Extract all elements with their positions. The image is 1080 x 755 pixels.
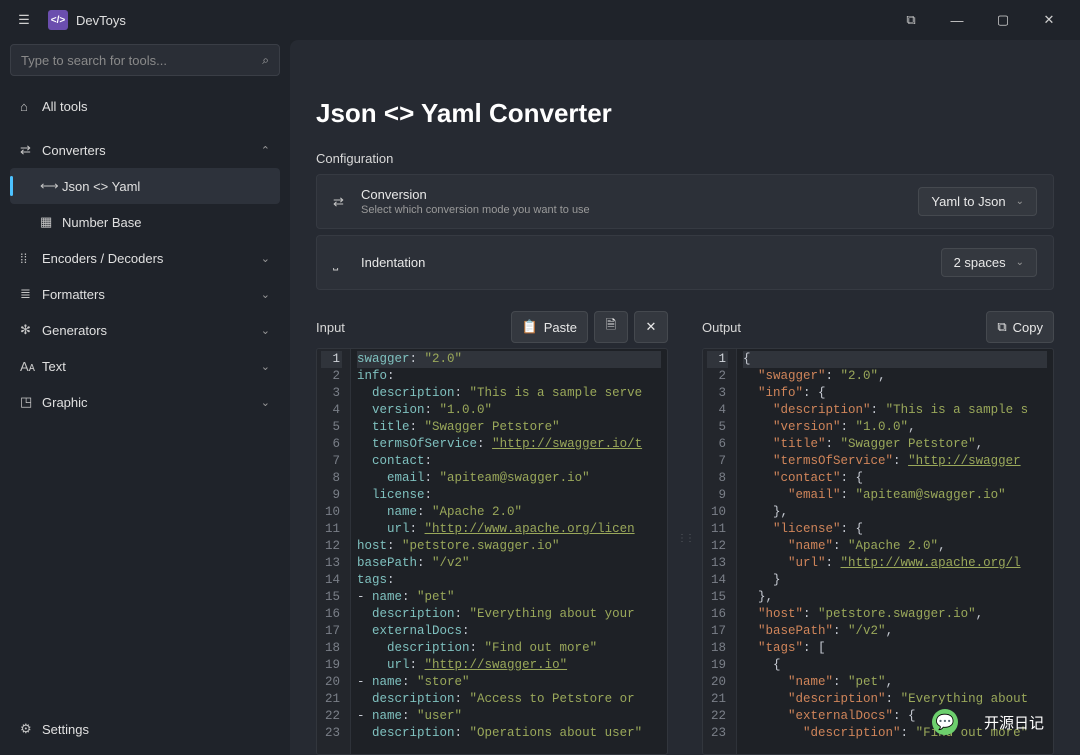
- conversion-dropdown[interactable]: Yaml to Json ⌄: [918, 187, 1037, 216]
- pane-splitter[interactable]: [682, 310, 688, 755]
- close-button[interactable]: ✕: [1026, 0, 1072, 40]
- text-icon: Aᴀ: [20, 359, 42, 374]
- config-card-conversion: ⇄ Conversion Select which conversion mod…: [316, 174, 1054, 229]
- search-input[interactable]: [21, 53, 262, 68]
- sidebar-item-formatters[interactable]: ≣ Formatters ⌄: [10, 276, 280, 312]
- titlebar: ☰ </> DevToys ⧉ — ▢ ✕: [0, 0, 1080, 40]
- formatters-icon: ≣: [20, 286, 42, 302]
- file-icon: 🗎: [606, 316, 616, 338]
- conversion-desc: Select which conversion mode you want to…: [361, 204, 918, 216]
- generators-icon: ✻: [20, 322, 42, 338]
- config-section-label: Configuration: [316, 151, 1054, 166]
- copy-label: Copy: [1013, 320, 1043, 335]
- sidebar-item-label: Formatters: [42, 287, 261, 302]
- copy-button[interactable]: ⧉ Copy: [986, 311, 1054, 343]
- indentation-title: Indentation: [361, 255, 941, 270]
- chevron-down-icon: ⌄: [1016, 196, 1024, 207]
- converters-icon: ⇄: [20, 142, 42, 158]
- indentation-icon: ⎵: [333, 255, 361, 271]
- maximize-button[interactable]: ▢: [980, 0, 1026, 40]
- paste-icon: 📋: [522, 319, 538, 335]
- graphic-icon: ◳: [20, 394, 42, 410]
- chevron-up-icon: ⌃: [261, 144, 270, 157]
- sidebar-item-converters[interactable]: ⇄ Converters ⌃: [10, 132, 280, 168]
- sidebar-item-label: Generators: [42, 323, 261, 338]
- chevron-down-icon: ⌄: [1016, 257, 1024, 268]
- search-box[interactable]: ⌕: [10, 44, 280, 76]
- paste-label: Paste: [544, 320, 577, 335]
- minimize-button[interactable]: —: [934, 0, 980, 40]
- chevron-down-icon: ⌄: [261, 324, 270, 337]
- sidebar-item-generators[interactable]: ✻ Generators ⌄: [10, 312, 280, 348]
- sidebar-item-label: Converters: [42, 143, 261, 158]
- clear-button[interactable]: ✕: [634, 311, 668, 343]
- sidebar-item-label: Json <> Yaml: [62, 179, 270, 194]
- app-title: DevToys: [76, 13, 126, 28]
- config-card-indentation: ⎵ Indentation 2 spaces ⌄: [316, 235, 1054, 290]
- hamburger-icon[interactable]: ☰: [8, 12, 40, 28]
- open-file-button[interactable]: 🗎: [594, 311, 628, 343]
- sidebar: ⌕ ⌂ All tools ⇄ Converters ⌃ ⟷ Json <> Y…: [0, 40, 290, 755]
- conversion-title: Conversion: [361, 187, 918, 202]
- chevron-down-icon: ⌄: [261, 288, 270, 301]
- input-pane-title: Input: [316, 320, 505, 335]
- sidebar-item-number-base[interactable]: ▦ Number Base: [10, 204, 280, 240]
- sidebar-item-graphic[interactable]: ◳ Graphic ⌄: [10, 384, 280, 420]
- paste-button[interactable]: 📋 Paste: [511, 311, 588, 343]
- page-title: Json <> Yaml Converter: [316, 98, 1054, 129]
- copy-icon: ⧉: [997, 319, 1006, 335]
- home-icon: ⌂: [20, 99, 42, 114]
- chevron-down-icon: ⌄: [261, 252, 270, 265]
- sidebar-item-settings[interactable]: ⚙ Settings: [10, 711, 280, 747]
- conversion-value: Yaml to Json: [931, 194, 1005, 209]
- sidebar-item-label: Graphic: [42, 395, 261, 410]
- close-icon: ✕: [646, 319, 657, 335]
- watermark-text: 开源日记: [984, 712, 1044, 733]
- compact-mode-icon[interactable]: ⧉: [888, 0, 934, 40]
- number-base-icon: ▦: [40, 214, 62, 230]
- conversion-icon: ⇄: [333, 194, 361, 210]
- sidebar-item-all-tools[interactable]: ⌂ All tools: [10, 88, 280, 124]
- sidebar-item-text[interactable]: Aᴀ Text ⌄: [10, 348, 280, 384]
- sidebar-item-label: Number Base: [62, 215, 270, 230]
- app-logo-icon: </>: [48, 10, 68, 30]
- sidebar-item-json-yaml[interactable]: ⟷ Json <> Yaml: [10, 168, 280, 204]
- chevron-down-icon: ⌄: [261, 360, 270, 373]
- output-pane: Output ⧉ Copy 12345678910111213141516171…: [702, 310, 1054, 755]
- sidebar-item-label: Settings: [42, 722, 270, 737]
- indentation-value: 2 spaces: [954, 255, 1006, 270]
- sidebar-item-label: Encoders / Decoders: [42, 251, 261, 266]
- sidebar-item-encoders[interactable]: ⁞⁞ Encoders / Decoders ⌄: [10, 240, 280, 276]
- sidebar-item-label: Text: [42, 359, 261, 374]
- json-yaml-icon: ⟷: [40, 178, 62, 194]
- input-pane: Input 📋 Paste 🗎 ✕ 1234567891011121314151…: [316, 310, 668, 755]
- watermark-avatar: 💬: [932, 709, 958, 735]
- input-editor[interactable]: 1234567891011121314151617181920212223 sw…: [316, 348, 668, 755]
- sidebar-item-label: All tools: [42, 99, 270, 114]
- chevron-down-icon: ⌄: [261, 396, 270, 409]
- output-editor[interactable]: 1234567891011121314151617181920212223 { …: [702, 348, 1054, 755]
- gear-icon: ⚙: [20, 721, 42, 737]
- main-content: Json <> Yaml Converter Configuration ⇄ C…: [290, 40, 1080, 755]
- search-icon: ⌕: [262, 53, 269, 68]
- output-pane-title: Output: [702, 320, 980, 335]
- indentation-dropdown[interactable]: 2 spaces ⌄: [941, 248, 1037, 277]
- encoders-icon: ⁞⁞: [20, 251, 42, 266]
